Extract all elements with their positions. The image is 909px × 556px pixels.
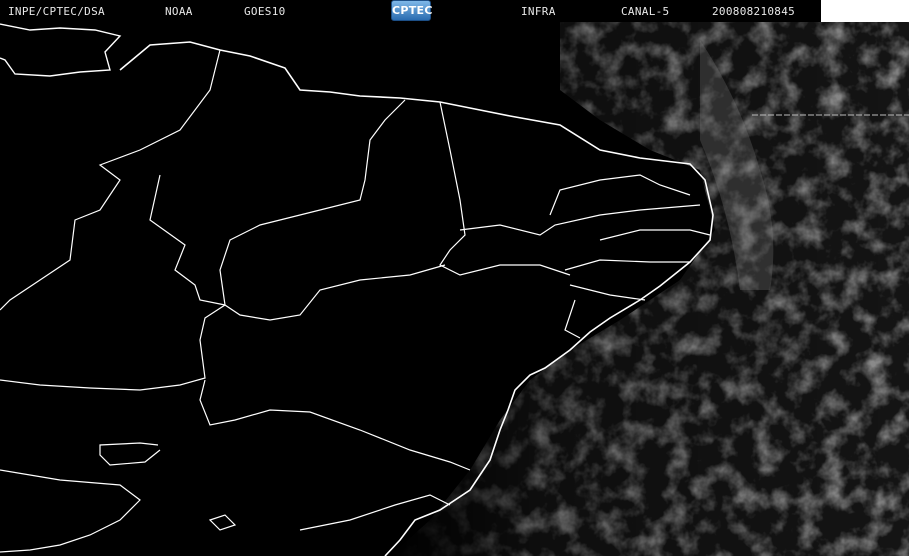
source-label: INPE/CPTEC/DSA: [8, 5, 105, 18]
agency-label: NOAA: [165, 5, 193, 18]
channel-label: CANAL-5: [621, 5, 670, 18]
image-header: INPE/CPTEC/DSA NOAA GOES10 CPTEC INFRA C…: [0, 0, 909, 22]
cptec-logo: CPTEC: [391, 0, 432, 21]
satellite-image: [0, 22, 909, 556]
datetime-label: 200808210845: [712, 5, 796, 18]
corner-blank: [821, 0, 909, 22]
cloud-field: [0, 22, 909, 556]
satellite-label: GOES10: [244, 5, 286, 18]
product-label: INFRA: [521, 5, 556, 18]
